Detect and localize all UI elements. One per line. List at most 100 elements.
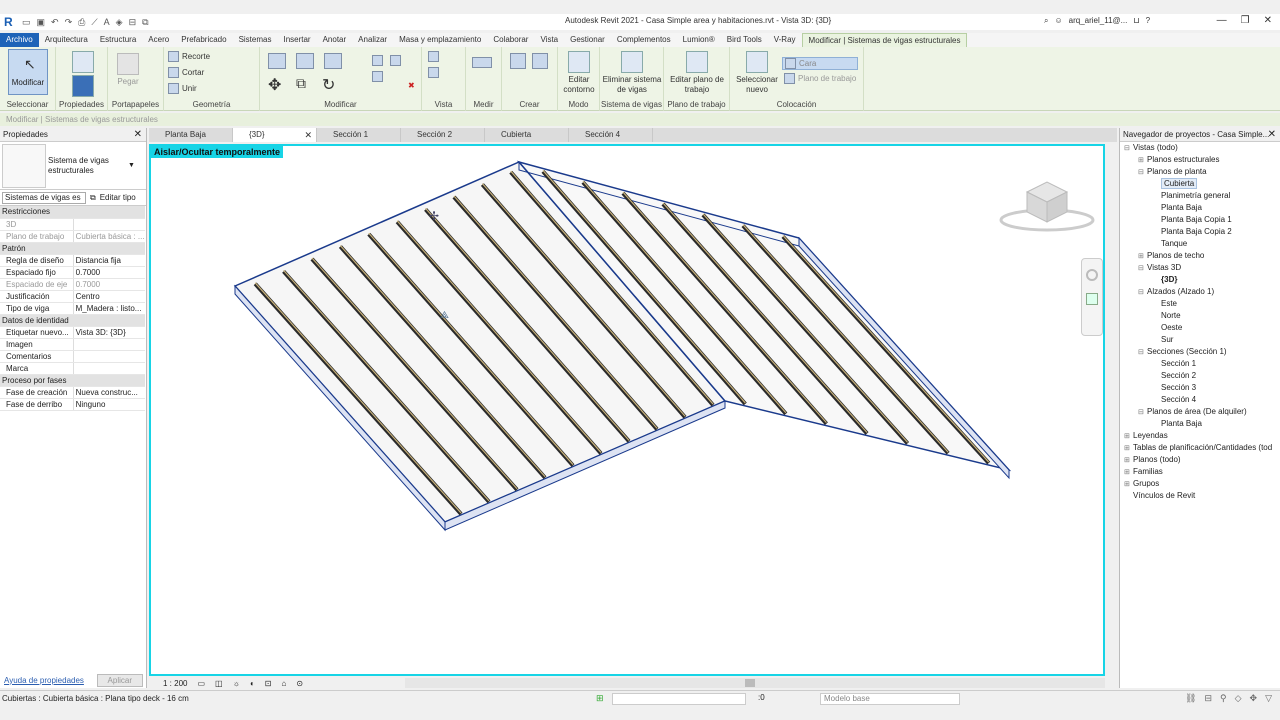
pick-new-button[interactable]: Seleccionar nuevo: [734, 51, 780, 95]
property-value[interactable]: [72, 338, 145, 351]
property-value[interactable]: Vista 3D: {3D}: [72, 326, 145, 339]
worksets-icon[interactable]: ⊞: [596, 693, 604, 704]
collapse-icon[interactable]: ⊟: [1138, 347, 1147, 358]
property-value[interactable]: Ninguno: [72, 398, 145, 411]
browser-node[interactable]: ⊞ Planos de techo: [1120, 250, 1280, 262]
property-value[interactable]: Distancia fija: [72, 254, 145, 267]
sun-path-icon[interactable]: ☼: [233, 679, 240, 688]
design-option-dropdown[interactable]: Modelo base: [820, 693, 960, 705]
browser-node[interactable]: ⊟ Secciones (Sección 1): [1120, 346, 1280, 358]
edit-type-button[interactable]: Editar tipo: [100, 193, 136, 202]
face-button[interactable]: Cara: [782, 57, 858, 70]
view-tab[interactable]: Cubierta: [485, 128, 569, 142]
open-icon[interactable]: ▭: [22, 17, 31, 28]
ribbon-tab[interactable]: Gestionar: [564, 33, 611, 47]
ribbon-tab[interactable]: Bird Tools: [721, 33, 768, 47]
collapse-icon[interactable]: ⊟: [1138, 263, 1147, 274]
ribbon-tab[interactable]: V-Ray: [768, 33, 802, 47]
edit-boundary-button[interactable]: Editar contorno: [560, 51, 598, 95]
browser-node[interactable]: Planta Baja: [1120, 418, 1280, 430]
workplane-placement-button[interactable]: Plano de trabajo: [784, 73, 856, 84]
user-icon[interactable]: ☺: [1054, 16, 1062, 26]
select-underlay-icon[interactable]: ⊟: [1204, 693, 1212, 704]
browser-node[interactable]: ⊞ Tablas de planificación/Cantidades (tod: [1120, 442, 1280, 454]
property-group[interactable]: Proceso por fases: [0, 374, 145, 387]
ribbon-tab[interactable]: Anotar: [317, 33, 353, 47]
restore-icon[interactable]: ❐: [1241, 15, 1250, 26]
browser-node[interactable]: {3D}: [1120, 274, 1280, 286]
expand-icon[interactable]: ⊞: [1124, 455, 1133, 466]
property-group[interactable]: Datos de identidad: [0, 314, 145, 327]
ribbon-tab[interactable]: Insertar: [277, 33, 316, 47]
move-button[interactable]: ✥: [268, 75, 281, 95]
drag-elements-icon[interactable]: ✥: [1250, 693, 1258, 704]
viewcube[interactable]: [999, 178, 1095, 238]
close-icon[interactable]: ✕: [1264, 15, 1272, 26]
workset-dropdown[interactable]: [612, 693, 746, 705]
browser-node[interactable]: ⊟ Alzados (Alzado 1): [1120, 286, 1280, 298]
browser-node[interactable]: Oeste: [1120, 322, 1280, 334]
align-button[interactable]: [268, 53, 286, 69]
user-name[interactable]: arq_ariel_11@...: [1069, 16, 1128, 26]
collapse-icon[interactable]: ⊟: [1124, 143, 1133, 154]
ribbon-tab[interactable]: Analizar: [352, 33, 393, 47]
ribbon-tab[interactable]: Acero: [142, 33, 175, 47]
ribbon-tab[interactable]: Lumion®: [677, 33, 721, 47]
property-group[interactable]: Patrón: [0, 242, 145, 255]
modify-button[interactable]: ↖ Modificar: [8, 49, 48, 95]
property-value[interactable]: [72, 362, 145, 375]
browser-node[interactable]: Cubierta: [1120, 178, 1280, 190]
browser-node[interactable]: ⊞ Grupos: [1120, 478, 1280, 490]
browser-node[interactable]: Planta Baja: [1120, 202, 1280, 214]
properties-button[interactable]: [70, 75, 96, 99]
apply-button[interactable]: Aplicar: [96, 673, 143, 687]
create-parts-button[interactable]: [510, 53, 526, 69]
close-tab-icon[interactable]: ✕: [304, 128, 312, 142]
steering-wheel-icon[interactable]: [1086, 269, 1098, 281]
mirror-button[interactable]: [324, 53, 342, 69]
browser-node[interactable]: Planta Baja Copia 2: [1120, 226, 1280, 238]
redo-icon[interactable]: ↷: [65, 17, 73, 28]
ribbon-tab[interactable]: Masa y emplazamiento: [393, 33, 487, 47]
expand-icon[interactable]: ⊞: [1124, 467, 1133, 478]
expand-icon[interactable]: ⊞: [1124, 479, 1133, 490]
browser-node[interactable]: Sección 1: [1120, 358, 1280, 370]
crop-icon[interactable]: ⊡: [265, 679, 272, 688]
browser-node[interactable]: Sección 4: [1120, 394, 1280, 406]
collapse-icon[interactable]: ⊟: [1138, 287, 1147, 298]
property-group[interactable]: Restricciones: [0, 206, 145, 219]
browser-node[interactable]: Sección 2: [1120, 370, 1280, 382]
binoculars-icon[interactable]: ⌕: [1044, 16, 1048, 26]
switch-windows-icon[interactable]: ⧉: [142, 17, 148, 28]
revit-logo[interactable]: R: [4, 15, 16, 29]
measure-button[interactable]: [472, 57, 492, 68]
3d-viewport[interactable]: Aislar/Ocultar temporalmente ✢ ⟁: [149, 144, 1105, 676]
chevron-down-icon[interactable]: ▼: [128, 162, 135, 169]
scale-button[interactable]: [390, 55, 401, 66]
select-by-face-icon[interactable]: ◇: [1235, 693, 1242, 704]
expand-icon[interactable]: ⊞: [1124, 443, 1133, 454]
type-properties-button[interactable]: [70, 51, 96, 75]
property-value[interactable]: Nueva construc...: [72, 386, 145, 399]
hide-button[interactable]: [428, 51, 439, 62]
navigation-bar[interactable]: [1081, 258, 1103, 336]
cart-icon[interactable]: ⊔: [1133, 16, 1139, 26]
property-value[interactable]: Centro: [72, 290, 145, 303]
horizontal-scrollbar[interactable]: [405, 678, 1105, 688]
scrollbar-thumb[interactable]: [745, 679, 755, 687]
filter-icon[interactable]: ▽: [1265, 693, 1272, 704]
browser-node[interactable]: ⊟ Vistas (todo): [1120, 142, 1280, 154]
property-value[interactable]: [72, 350, 145, 363]
ribbon-tab[interactable]: Colaborar: [487, 33, 534, 47]
view-tab[interactable]: Planta Baja: [149, 128, 233, 142]
browser-node[interactable]: ⊟ Vistas 3D: [1120, 262, 1280, 274]
copy-button[interactable]: ⧉: [296, 75, 306, 92]
rotate-button[interactable]: ↻: [322, 75, 335, 95]
instance-filter-select[interactable]: Sistemas de vigas es: [2, 191, 86, 204]
ribbon-tab[interactable]: Arquitectura: [39, 33, 94, 47]
property-value[interactable]: 0.7000: [72, 266, 145, 279]
browser-node[interactable]: Norte: [1120, 310, 1280, 322]
temp-hide-icon[interactable]: ⊙: [296, 679, 303, 688]
edit-workplane-button[interactable]: Editar plano de trabajo: [666, 51, 728, 95]
detail-level-icon[interactable]: ▭: [197, 679, 205, 688]
